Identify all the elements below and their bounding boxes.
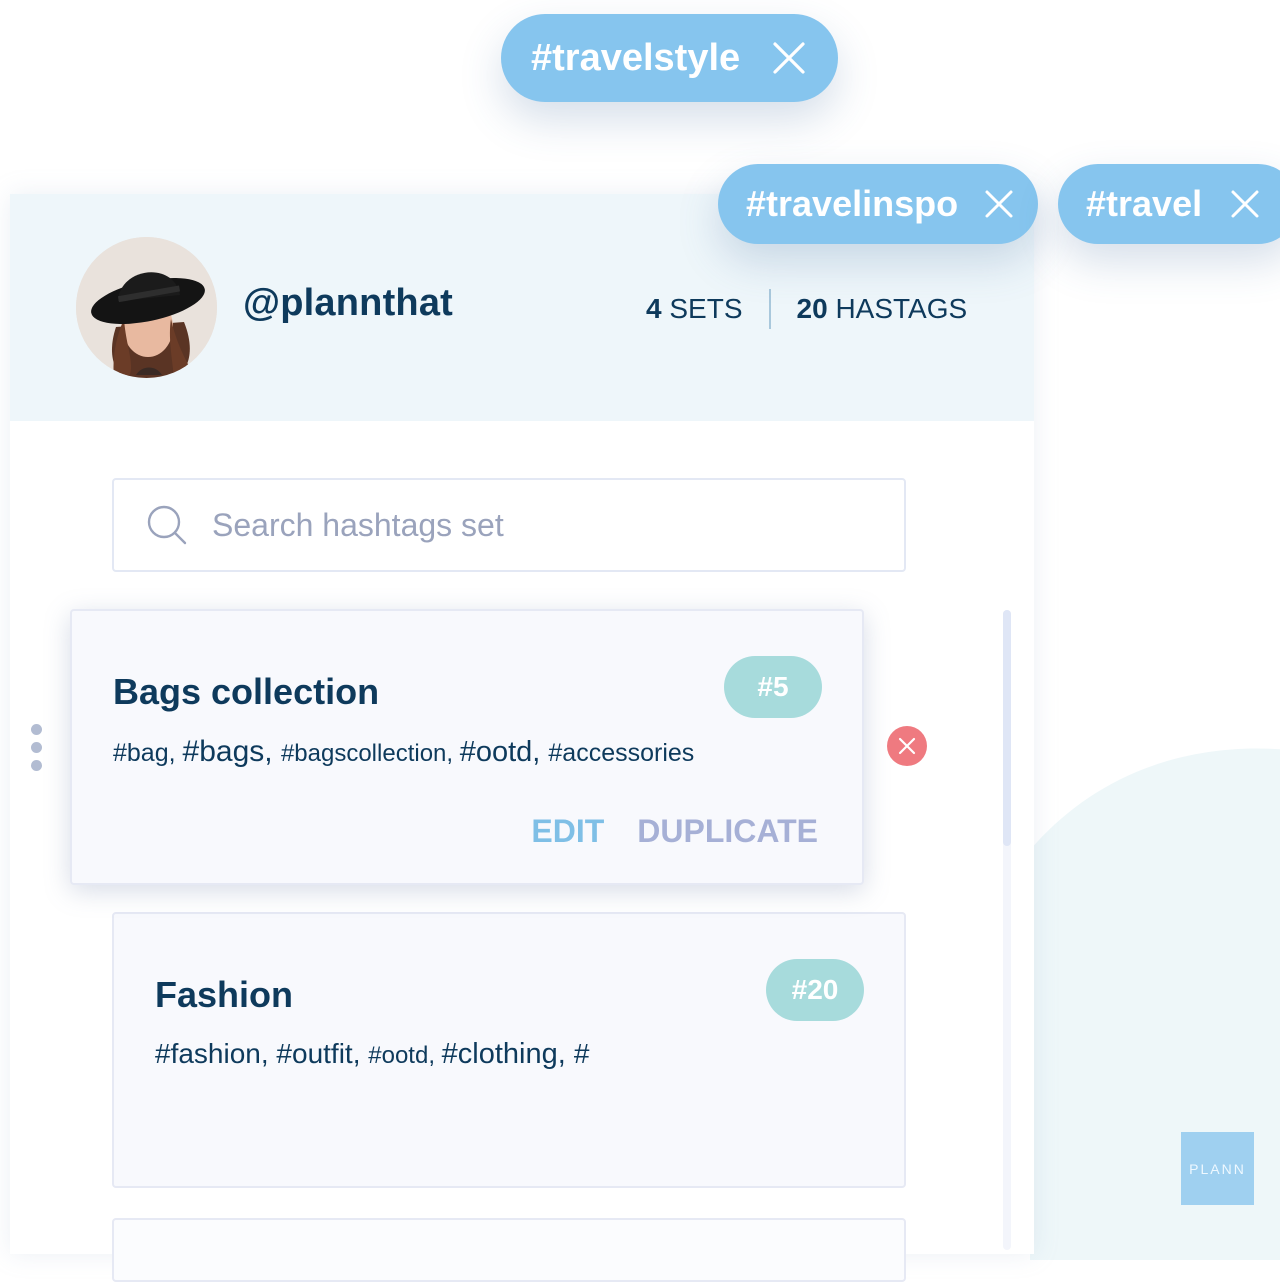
hashtags-count: 20	[796, 293, 828, 324]
search-input[interactable]	[210, 500, 854, 550]
set-count-badge: #5	[724, 656, 822, 718]
hashtag: #bagscollection,	[280, 740, 460, 767]
close-icon[interactable]	[1230, 189, 1260, 219]
delete-set-button[interactable]	[887, 726, 927, 766]
profile-handle: @plannthat	[243, 282, 454, 324]
chip-label: #travel	[1086, 183, 1203, 224]
duplicate-button[interactable]: DUPLICATE	[637, 813, 818, 850]
edit-button[interactable]: EDIT	[531, 813, 604, 850]
set-count-badge: #20	[766, 959, 864, 1021]
drag-dot	[31, 724, 42, 735]
scrollbar-thumb[interactable]	[1003, 610, 1011, 846]
drag-handle[interactable]	[31, 724, 43, 772]
set-title: Fashion	[155, 974, 294, 1015]
stats-divider	[768, 289, 771, 329]
hashtag: #ootd,	[368, 1042, 442, 1069]
drag-dot	[31, 760, 42, 771]
close-icon	[898, 737, 916, 755]
hashtag: #outfit,	[276, 1038, 369, 1069]
search-box[interactable]	[112, 478, 906, 572]
hashtag-chip-travel[interactable]: #travel	[1058, 164, 1280, 244]
drag-dot	[31, 742, 42, 753]
hashtag-set-card-fashion[interactable]: Fashion #20 #fashion, #outfit, #ootd, #c…	[112, 912, 906, 1188]
hashtag-set-card-next[interactable]	[112, 1218, 906, 1282]
brand-logo: PLANN	[1181, 1132, 1254, 1205]
scrollbar[interactable]	[1003, 610, 1011, 1250]
set-hashtags: #bag, #bags, #bagscollection, #ootd, #ac…	[113, 735, 694, 769]
sets-label: SETS	[669, 293, 743, 324]
set-hashtags: #fashion, #outfit, #ootd, #clothing, #	[155, 1038, 589, 1071]
hashtag: #	[573, 1038, 590, 1069]
avatar[interactable]	[76, 237, 217, 378]
chip-label: #travelstyle	[531, 36, 741, 79]
hashtag: #fashion,	[155, 1038, 277, 1069]
hashtag: #ootd,	[459, 736, 549, 768]
hashtag-set-card-bags[interactable]: Bags collection #5 #bag, #bags, #bagscol…	[70, 609, 864, 885]
hashtag: #accessories	[548, 739, 695, 767]
search-icon	[147, 505, 187, 545]
hashtags-label: HASTAGS	[835, 293, 968, 324]
hashtag: #bags,	[182, 735, 281, 768]
sets-stat: 4 SETS	[646, 293, 743, 325]
chip-label: #travelinspo	[746, 183, 959, 224]
hashtag: #bag,	[113, 739, 183, 767]
hashtag: #clothing,	[441, 1038, 574, 1070]
close-icon[interactable]	[984, 189, 1014, 219]
card-actions: EDIT DUPLICATE	[531, 813, 818, 850]
hashtag-chip-travelinspo[interactable]: #travelinspo	[718, 164, 1038, 244]
sets-count: 4	[646, 293, 662, 324]
profile-stats: 4 SETS 20 HASTAGS	[646, 289, 967, 329]
close-icon[interactable]	[772, 41, 806, 75]
set-title: Bags collection	[113, 671, 380, 712]
hashtags-stat: 20 HASTAGS	[797, 293, 968, 325]
hashtag-chip-travelstyle[interactable]: #travelstyle	[501, 14, 838, 102]
